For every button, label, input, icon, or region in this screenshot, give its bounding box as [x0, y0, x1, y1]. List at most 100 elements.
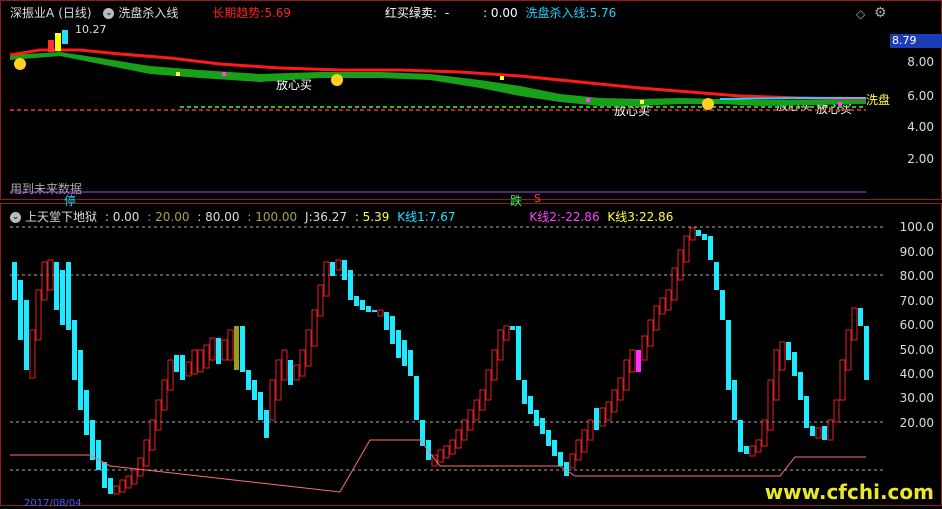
- indicator-bar: [330, 262, 335, 276]
- indicator-bar: [503, 325, 510, 341]
- indicator-bar: [744, 446, 749, 454]
- indicator-bar: [605, 401, 612, 421]
- indicator-bar: [738, 420, 743, 452]
- indicator-bar: [479, 389, 486, 411]
- indicator-bar: [54, 262, 59, 310]
- indicator-bar: [191, 349, 198, 375]
- indicator-bar: [216, 338, 221, 364]
- indicator-bar: [174, 355, 179, 372]
- indicator-bar: [396, 330, 401, 358]
- indicator-bar: [755, 439, 762, 453]
- indicator-bar: [317, 284, 324, 317]
- indicator-bar: [449, 439, 456, 455]
- indicator-bar: [161, 379, 168, 411]
- indicator-bar: [708, 236, 713, 260]
- indicator-bar: [275, 359, 282, 401]
- indicator-bar: [137, 457, 144, 477]
- watermark: www.cfchi.com: [764, 480, 934, 504]
- indicator-bar: [540, 418, 545, 434]
- indicator-bar: [293, 364, 300, 381]
- indicator-bar: [455, 429, 462, 449]
- indicator-bar: [594, 408, 599, 430]
- indicator-bar: [78, 350, 83, 410]
- indicator-bar: [60, 270, 65, 325]
- indicator-bar: [510, 326, 515, 330]
- indicator-bar: [305, 329, 312, 367]
- indicator-bar: [149, 419, 156, 451]
- indicator-bar: [288, 360, 293, 385]
- indicator-bar: [203, 344, 210, 369]
- indicator-bar: [659, 297, 666, 315]
- indicator-chart: [10, 226, 886, 495]
- indicator-bar: [18, 280, 23, 340]
- indicator-bar: [696, 230, 701, 236]
- indicator-bar: [414, 376, 419, 420]
- indicator-bar: [726, 320, 731, 390]
- indicator-bar: [24, 300, 29, 370]
- indicator-bar: [467, 409, 474, 431]
- indicator-bar: [779, 341, 786, 371]
- indicator-bar: [372, 310, 377, 312]
- indicator-bar: [732, 380, 737, 420]
- indicator-bar: [311, 309, 318, 347]
- indicator-bar: [558, 452, 563, 466]
- indicator-bar: [227, 329, 234, 361]
- indicator-bar: [113, 485, 120, 495]
- indicator-bar: [323, 261, 330, 297]
- indicator-bar: [90, 420, 95, 460]
- indicator-bar: [497, 329, 504, 361]
- indicator-bar: [402, 340, 407, 366]
- indicator-bar: [335, 259, 342, 271]
- indicator-bar: [575, 439, 582, 461]
- indicator-bar: [420, 420, 425, 446]
- indicator-bar: [66, 262, 71, 330]
- indicator-bar: [360, 300, 365, 310]
- indicator-bar: [437, 449, 444, 463]
- indicator-bar: [617, 377, 624, 401]
- indicator-bar: [264, 410, 269, 438]
- indicator-bar: [864, 326, 869, 380]
- indicator-bar: [792, 352, 797, 376]
- indicator-bar: [629, 349, 636, 373]
- indicator-bar: [839, 359, 846, 401]
- indicator-bar: [641, 335, 648, 361]
- indicator-bar: [845, 329, 852, 371]
- indicator-bar: [240, 326, 245, 372]
- indicator-bar: [131, 469, 138, 485]
- indicator-bar: [786, 342, 791, 360]
- indicator-bar: [258, 392, 263, 420]
- indicator-bar: [689, 227, 696, 241]
- indicator-bar: [552, 440, 557, 456]
- indicator-bar: [143, 439, 150, 467]
- indicator-bar: [342, 260, 347, 280]
- indicator-bar: [125, 475, 132, 489]
- indicator-bar: [851, 307, 858, 341]
- indicator-bar: [714, 262, 719, 290]
- indicator-bar: [822, 426, 827, 440]
- indicator-bar: [647, 319, 654, 347]
- indicator-bar: [534, 410, 539, 426]
- indicator-bar: [522, 380, 527, 404]
- indicator-bar: [833, 399, 840, 423]
- indicator-bar: [473, 399, 480, 421]
- indicator-bar: [461, 419, 468, 441]
- indicator-bar: [408, 350, 413, 376]
- indicator-bar: [155, 399, 162, 431]
- indicator-bar: [749, 445, 756, 457]
- indicator-bar: [815, 427, 822, 439]
- indicator-bar: [798, 372, 803, 400]
- indicator-bar: [390, 316, 395, 344]
- indicator-bar: [12, 262, 17, 300]
- indicator-bar: [599, 407, 606, 427]
- indicator-bar: [221, 339, 228, 361]
- indicator-bar: [269, 379, 276, 421]
- indicator-bar: [858, 308, 863, 326]
- indicator-bar: [587, 419, 594, 441]
- date-label: 2017/08/04: [24, 498, 82, 509]
- indicator-bar: [516, 326, 521, 380]
- indicator-bar: [102, 462, 107, 488]
- indicator-bar: [180, 355, 185, 380]
- indicator-bar: [569, 453, 576, 469]
- indicator-bar: [528, 396, 533, 414]
- indicator-bar: [623, 359, 630, 391]
